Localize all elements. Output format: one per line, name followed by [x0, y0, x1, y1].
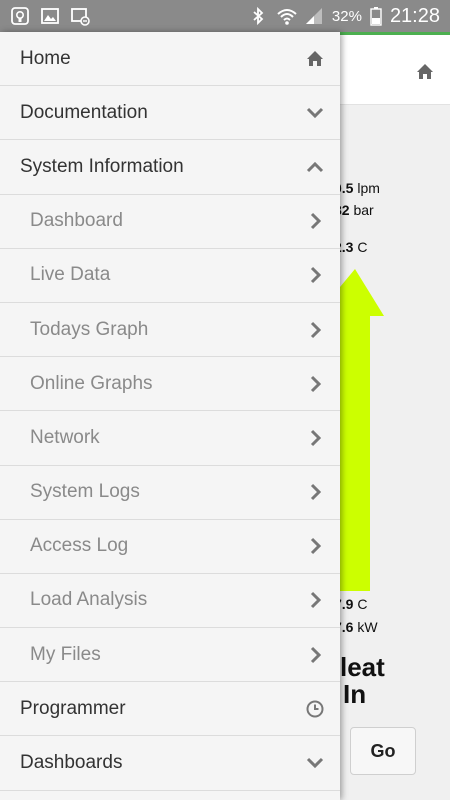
menu-item-system-logs[interactable]: System Logs	[0, 466, 340, 520]
menu-item-my-files[interactable]: My Files	[0, 628, 340, 683]
clock-icon	[304, 698, 326, 720]
go-button[interactable]: Go	[350, 727, 416, 775]
power-readout: 7.6 kW	[334, 619, 378, 635]
temp-top-unit: C	[357, 239, 368, 255]
menu-item-system-information[interactable]: System Information	[0, 140, 340, 195]
home-icon	[304, 48, 326, 70]
chevron-up-icon	[304, 156, 326, 178]
power-unit: kW	[357, 619, 378, 635]
menu-item-label: Todays Graph	[30, 318, 149, 340]
menu-item-label: Dashboards	[20, 752, 123, 774]
menu-item-label: Live Data	[30, 264, 111, 286]
chevron-right-icon	[304, 589, 326, 611]
menu-item-label: Access Log	[30, 535, 129, 557]
menu-item-label: Documentation	[20, 101, 148, 123]
menu-item-todays-graph[interactable]: Todays Graph	[0, 303, 340, 358]
menu-item-network[interactable]: Network	[0, 411, 340, 466]
section-heading-line1: leat	[340, 652, 385, 682]
clock: 21:28	[389, 4, 440, 27]
flow-unit: lpm	[357, 180, 380, 196]
menu-item-load-analysis[interactable]: Load Analysis	[0, 574, 340, 629]
menu-item-dashboard[interactable]: Dashboard	[0, 195, 340, 249]
menu-item-label: Home	[20, 47, 71, 69]
cellular-signal-icon	[304, 6, 324, 26]
menu-item-documentation[interactable]: Documentation	[0, 86, 340, 141]
menu-item-programmer[interactable]: Programmer	[0, 682, 340, 737]
battery-icon	[370, 6, 382, 26]
temp-bottom-unit: C	[357, 596, 368, 612]
menu-item-label: Load Analysis	[30, 589, 148, 611]
chevron-right-icon	[304, 481, 326, 503]
menu-item-label: Network	[30, 426, 100, 448]
menu-item-label: Programmer	[20, 697, 126, 719]
chevron-right-icon	[304, 535, 326, 557]
chevron-down-icon	[304, 752, 326, 774]
flow-readout: 0.5 lpm	[334, 180, 380, 196]
menu-item-label: System Logs	[30, 481, 140, 503]
menu-item-home[interactable]: Home	[0, 32, 340, 87]
chevron-right-icon	[304, 264, 326, 286]
image-icon	[40, 6, 60, 26]
menu-item-label: System Information	[20, 155, 184, 177]
screen-mirror-icon	[10, 6, 30, 26]
bluetooth-icon	[248, 6, 268, 26]
chevron-right-icon	[304, 427, 326, 449]
menu-item-dashboards[interactable]: Dashboards	[0, 736, 340, 791]
home-icon[interactable]	[416, 63, 434, 86]
menu-item-label: My Files	[30, 643, 101, 665]
section-heading: leat In	[340, 652, 385, 710]
section-heading-line2: In	[343, 679, 367, 710]
menu-item-live-data[interactable]: Live Data	[0, 249, 340, 303]
wifi-icon	[276, 6, 297, 26]
chevron-right-icon	[304, 644, 326, 666]
chevron-right-icon	[304, 373, 326, 395]
chevron-down-icon	[304, 102, 326, 124]
flow-arrow	[335, 269, 384, 591]
status-bar: 32% 21:28	[0, 0, 450, 32]
menu-item-label: Online Graphs	[30, 372, 153, 394]
chevron-right-icon	[304, 210, 326, 232]
pressure-unit: bar	[353, 202, 374, 218]
menu-item-access-log[interactable]: Access Log	[0, 520, 340, 574]
battery-percent: 32%	[331, 7, 362, 25]
wifi-settings-icon	[70, 6, 90, 26]
chevron-right-icon	[304, 319, 326, 341]
menu-item-online-graphs[interactable]: Online Graphs	[0, 357, 340, 412]
menu-item-label: Dashboard	[30, 210, 123, 232]
navigation-drawer: Home Documentation System Information Da…	[0, 32, 340, 800]
